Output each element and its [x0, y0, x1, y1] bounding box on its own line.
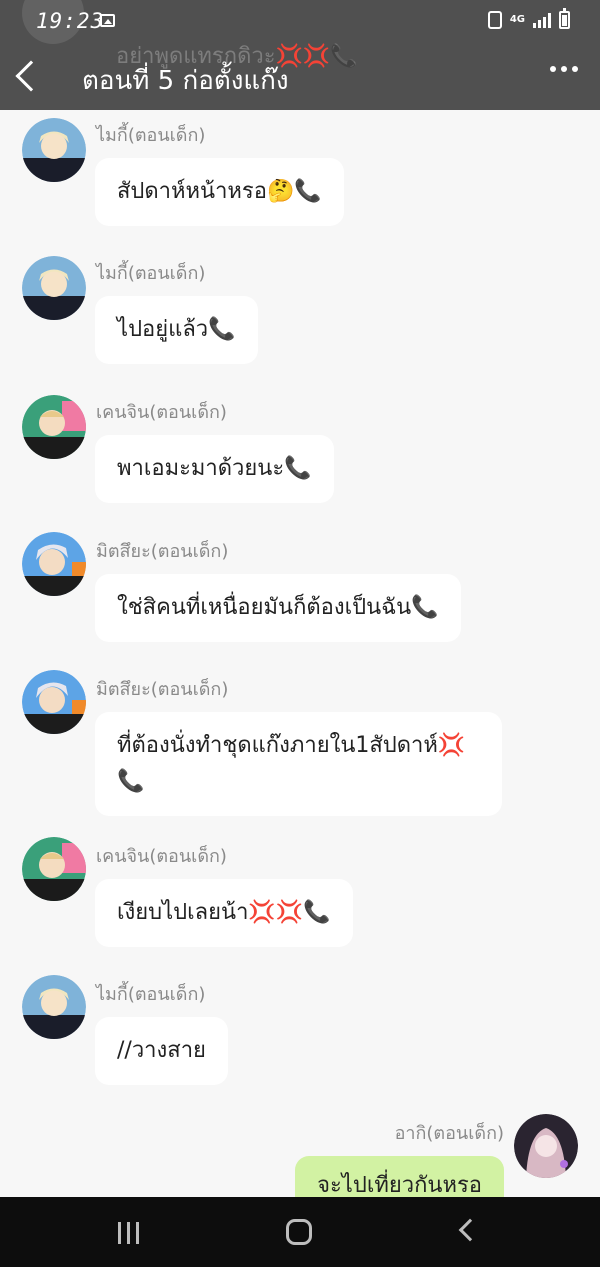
mikey-avatar[interactable]: [22, 118, 86, 182]
kenchin-avatar[interactable]: [22, 837, 86, 901]
network-type: 4G: [509, 14, 525, 25]
more-options-icon[interactable]: [550, 66, 578, 72]
navigation-bar: [0, 1197, 600, 1267]
message-line: ที่ต้องนั่งทำชุดแก๊งภายใน1สัปดาห์💢: [117, 733, 466, 758]
status-time: 19:23: [36, 9, 105, 33]
battery-icon: [559, 8, 570, 29]
message-bubble[interactable]: พาเอมะมาด้วยนะ📞: [95, 435, 334, 503]
recents-icon[interactable]: [118, 1222, 139, 1244]
message-bubble[interactable]: ที่ต้องนั่งทำชุดแก๊งภายใน1สัปดาห์💢 📞: [95, 712, 502, 816]
chat-title: ตอนที่ 5 ก่อตั้งแก๊ง: [82, 66, 289, 96]
sender-name: ไมกี้(ตอนเด็ก): [96, 263, 206, 284]
sender-name: มิตสึยะ(ตอนเด็ก): [96, 679, 229, 700]
sender-name: เคนจิน(ตอนเด็ก): [96, 402, 227, 423]
status-icons: 4G: [487, 8, 570, 29]
message-line: 📞: [117, 769, 145, 794]
nav-back-icon[interactable]: [458, 1218, 482, 1242]
message-bubble[interactable]: //วางสาย: [95, 1017, 228, 1085]
mikey-avatar[interactable]: [22, 256, 86, 320]
sender-name: มิตสึยะ(ตอนเด็ก): [96, 541, 229, 562]
aki-avatar[interactable]: [514, 1114, 578, 1178]
message-bubble[interactable]: สัปดาห์หน้าหรอ🤔📞: [95, 158, 344, 226]
home-icon[interactable]: [286, 1219, 312, 1245]
mitsuya-avatar[interactable]: [22, 532, 86, 596]
message-bubble[interactable]: เงียบไปเลยน้า💢💢📞: [95, 879, 353, 947]
signal-icon: [533, 12, 551, 28]
sender-name: ไมกี้(ตอนเด็ก): [96, 984, 206, 1005]
top-bar: อย่าพูดแทรกดิวะ💢💢📞 19:23 4G ตอนที่ 5 ก่อ…: [0, 0, 600, 110]
battery-saver-icon: [487, 11, 502, 29]
gallery-notification-icon: [100, 14, 115, 27]
back-arrow-icon[interactable]: [15, 60, 47, 92]
mikey-avatar[interactable]: [22, 975, 86, 1039]
message-bubble[interactable]: ใช่สิคนที่เหนื่อยมันก็ต้องเป็นฉัน📞: [95, 574, 461, 642]
sender-name: อากิ(ตอนเด็ก): [394, 1123, 504, 1144]
message-bubble[interactable]: ไปอยู่แล้ว📞: [95, 296, 258, 364]
sender-name: ไมกี้(ตอนเด็ก): [96, 125, 206, 146]
sender-name: เคนจิน(ตอนเด็ก): [96, 846, 227, 867]
kenchin-avatar[interactable]: [22, 395, 86, 459]
mitsuya-avatar[interactable]: [22, 670, 86, 734]
